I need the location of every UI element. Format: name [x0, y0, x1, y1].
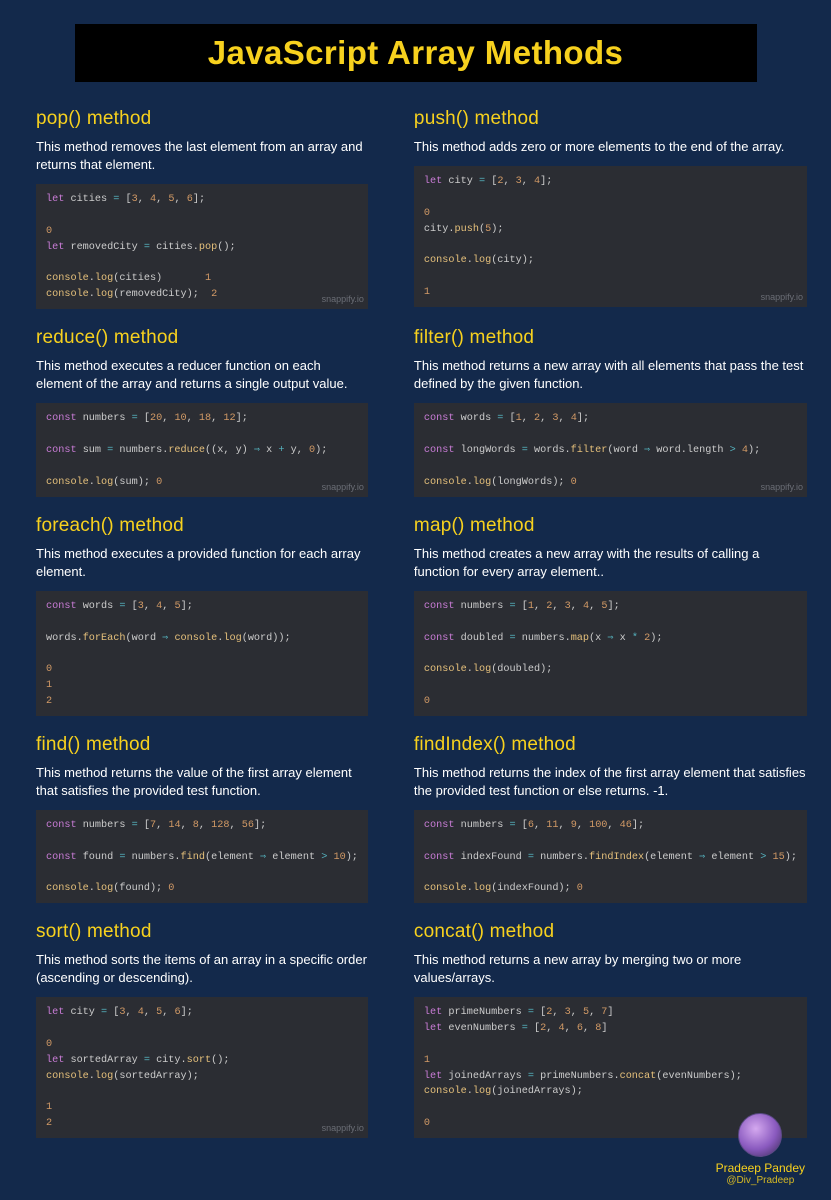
method-block: reduce() method This method executes a re… — [36, 327, 368, 496]
author-card: Pradeep Pandey @Div_Pradeep — [716, 1113, 805, 1186]
page-title: JavaScript Array Methods — [75, 34, 757, 72]
watermark: snappify.io — [322, 481, 364, 495]
method-desc: This method adds zero or more elements t… — [414, 138, 807, 156]
code-snippet: let city = [2, 3, 4]; 0 city.push(5); co… — [414, 166, 807, 307]
method-block: concat() method This method returns a new… — [414, 921, 807, 1138]
method-block: push() method This method adds zero or mo… — [414, 108, 807, 309]
method-desc: This method sorts the items of an array … — [36, 951, 368, 987]
method-block: sort() method This method sorts the items… — [36, 921, 368, 1138]
method-desc: This method creates a new array with the… — [414, 545, 807, 581]
code-snippet: let city = [3, 4, 5, 6]; 0 let sortedArr… — [36, 997, 368, 1138]
watermark: snappify.io — [761, 481, 803, 495]
method-title: push() method — [414, 108, 807, 130]
method-desc: This method executes a reducer function … — [36, 357, 368, 393]
method-desc: This method returns the value of the fir… — [36, 764, 368, 800]
method-block: pop() method This method removes the last… — [36, 108, 368, 309]
method-block: map() method This method creates a new ar… — [414, 515, 807, 716]
watermark: snappify.io — [322, 293, 364, 307]
author-handle: @Div_Pradeep — [716, 1175, 805, 1186]
watermark: snappify.io — [322, 1122, 364, 1136]
method-title: reduce() method — [36, 327, 368, 349]
code-snippet: const words = [3, 4, 5]; words.forEach(w… — [36, 591, 368, 716]
author-name: Pradeep Pandey — [716, 1161, 805, 1175]
method-title: pop() method — [36, 108, 368, 130]
method-block: filter() method This method returns a new… — [414, 327, 807, 496]
method-title: filter() method — [414, 327, 807, 349]
method-title: map() method — [414, 515, 807, 537]
method-title: find() method — [36, 734, 368, 756]
method-block: findIndex() method This method returns th… — [414, 734, 807, 903]
code-snippet: const numbers = [20, 10, 18, 12]; const … — [36, 403, 368, 496]
code-snippet: const numbers = [7, 14, 8, 128, 56]; con… — [36, 810, 368, 903]
method-desc: This method returns the index of the fir… — [414, 764, 807, 800]
title-bar: JavaScript Array Methods — [75, 24, 757, 82]
code-snippet: let cities = [3, 4, 5, 6]; 0 let removed… — [36, 184, 368, 309]
method-title: foreach() method — [36, 515, 368, 537]
code-snippet: const words = [1, 2, 3, 4]; const longWo… — [414, 403, 807, 496]
code-snippet: const numbers = [1, 2, 3, 4, 5]; const d… — [414, 591, 807, 716]
method-title: findIndex() method — [414, 734, 807, 756]
method-desc: This method executes a provided function… — [36, 545, 368, 581]
method-block: find() method This method returns the val… — [36, 734, 368, 903]
watermark: snappify.io — [761, 291, 803, 305]
method-desc: This method removes the last element fro… — [36, 138, 368, 174]
method-block: foreach() method This method executes a p… — [36, 515, 368, 716]
avatar — [738, 1113, 782, 1157]
code-snippet: const numbers = [6, 11, 9, 100, 46]; con… — [414, 810, 807, 903]
method-title: sort() method — [36, 921, 368, 943]
page: JavaScript Array Methods pop() method Thi… — [0, 0, 831, 1138]
method-title: concat() method — [414, 921, 807, 943]
method-desc: This method returns a new array with all… — [414, 357, 807, 393]
methods-grid: pop() method This method removes the last… — [28, 108, 803, 1138]
method-desc: This method returns a new array by mergi… — [414, 951, 807, 987]
